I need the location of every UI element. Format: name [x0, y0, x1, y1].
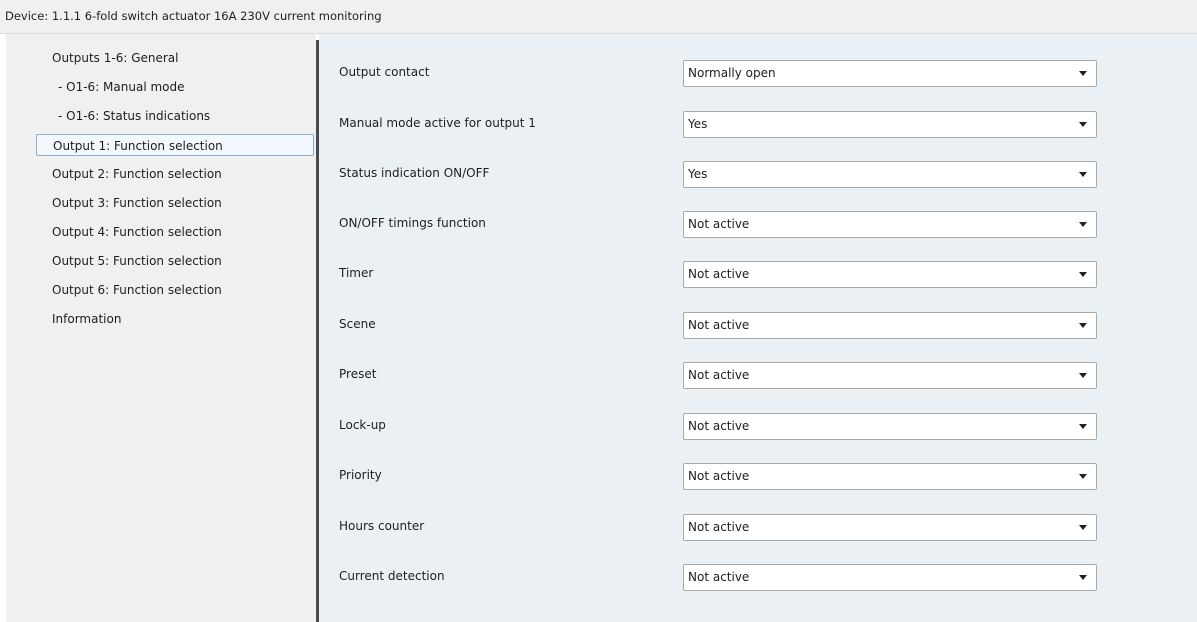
- sidebar-item-output-1[interactable]: Output 1: Function selection: [36, 134, 314, 156]
- param-label-timer: Timer: [339, 266, 374, 280]
- chevron-down-icon: [1079, 323, 1087, 328]
- select-value: Yes: [688, 167, 708, 181]
- param-label-hours-counter: Hours counter: [339, 519, 425, 533]
- param-select-current-detection[interactable]: Not active: [683, 564, 1097, 591]
- chevron-down-icon: [1079, 373, 1087, 378]
- param-label-current-detection: Current detection: [339, 569, 445, 583]
- param-label-lock-up: Lock-up: [339, 418, 386, 432]
- param-label-preset: Preset: [339, 367, 377, 381]
- chevron-down-icon: [1079, 71, 1087, 76]
- select-value: Not active: [688, 368, 750, 382]
- param-select-manual-mode[interactable]: Yes: [683, 111, 1097, 138]
- param-select-priority[interactable]: Not active: [683, 463, 1097, 490]
- select-value: Not active: [688, 570, 750, 584]
- sidebar-item-output-2[interactable]: Output 2: Function selection: [36, 163, 314, 185]
- sidebar-item-output-4[interactable]: Output 4: Function selection: [36, 221, 314, 243]
- device-title: Device: 1.1.1 6-fold switch actuator 16A…: [0, 0, 1197, 34]
- chevron-down-icon: [1079, 525, 1087, 530]
- select-value: Not active: [688, 318, 750, 332]
- select-value: Not active: [688, 419, 750, 433]
- sidebar-item-status-indications[interactable]: - O1-6: Status indications: [58, 105, 336, 127]
- param-label-scene: Scene: [339, 317, 376, 331]
- param-select-preset[interactable]: Not active: [683, 362, 1097, 389]
- param-label-manual-mode: Manual mode active for output 1: [339, 116, 536, 130]
- select-value: Normally open: [688, 66, 776, 80]
- param-select-lock-up[interactable]: Not active: [683, 413, 1097, 440]
- param-select-timer[interactable]: Not active: [683, 261, 1097, 288]
- chevron-down-icon: [1079, 122, 1087, 127]
- chevron-down-icon: [1079, 222, 1087, 227]
- select-value: Not active: [688, 520, 750, 534]
- chevron-down-icon: [1079, 172, 1087, 177]
- select-value: Not active: [688, 217, 750, 231]
- select-value: Yes: [688, 117, 708, 131]
- param-select-output-contact[interactable]: Normally open: [683, 60, 1097, 87]
- chevron-down-icon: [1079, 272, 1087, 277]
- select-value: Not active: [688, 267, 750, 281]
- sidebar-item-output-3[interactable]: Output 3: Function selection: [36, 192, 314, 214]
- sidebar-item-information[interactable]: Information: [36, 308, 314, 330]
- param-label-output-contact: Output contact: [339, 65, 430, 79]
- sidebar-item-manual-mode[interactable]: - O1-6: Manual mode: [58, 76, 336, 98]
- sidebar-item-output-6[interactable]: Output 6: Function selection: [36, 279, 314, 301]
- chevron-down-icon: [1079, 474, 1087, 479]
- param-label-status-indication: Status indication ON/OFF: [339, 166, 490, 180]
- param-select-onoff-timings[interactable]: Not active: [683, 211, 1097, 238]
- select-value: Not active: [688, 469, 750, 483]
- sidebar-item-outputs-general[interactable]: Outputs 1-6: General: [36, 47, 314, 69]
- param-select-hours-counter[interactable]: Not active: [683, 514, 1097, 541]
- param-select-status-indication[interactable]: Yes: [683, 161, 1097, 188]
- param-label-priority: Priority: [339, 468, 382, 482]
- param-label-onoff-timings: ON/OFF timings function: [339, 216, 486, 230]
- chevron-down-icon: [1079, 575, 1087, 580]
- param-select-scene[interactable]: Not active: [683, 312, 1097, 339]
- sidebar-item-output-5[interactable]: Output 5: Function selection: [36, 250, 314, 272]
- chevron-down-icon: [1079, 424, 1087, 429]
